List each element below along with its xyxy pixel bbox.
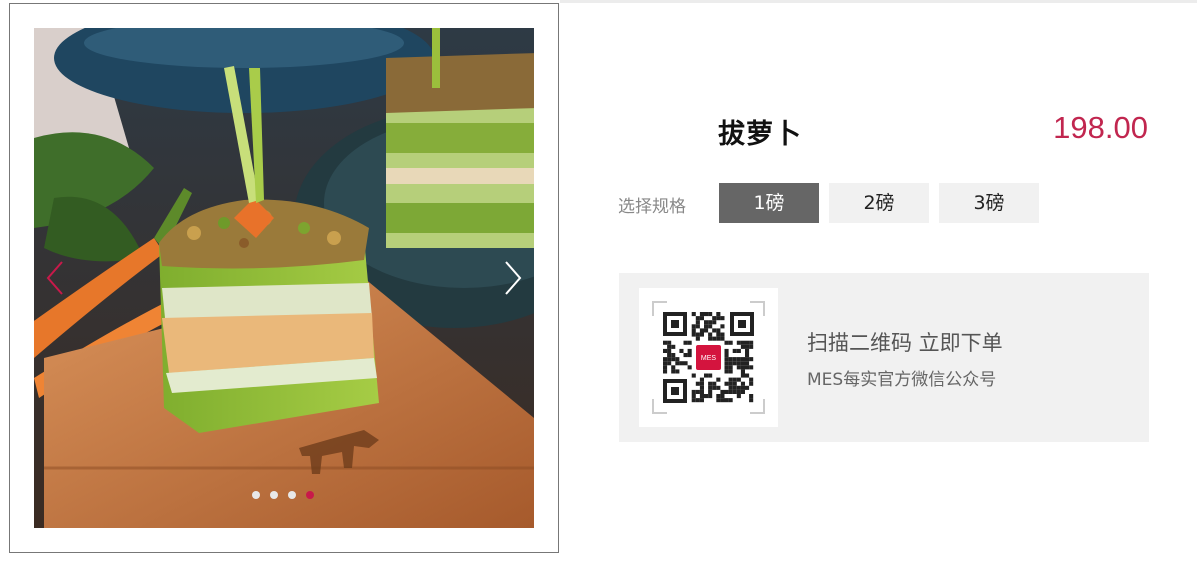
product-name: 拔萝卜 [718,119,802,150]
qr-logo-text: MES [701,355,717,362]
qr-code: MES [639,288,778,427]
spec-option-3lb[interactable]: 3磅 [939,183,1039,223]
spec-label: 选择规格 [618,197,686,217]
gallery-slide[interactable] [34,28,534,528]
chevron-left-icon [46,261,63,295]
product-photo [34,28,534,528]
qr-code-image: MES [652,301,765,414]
slide-dot-3[interactable] [288,491,296,499]
qr-subtitle: MES每实官方微信公众号 [807,370,997,390]
slide-dot-4[interactable] [306,491,314,499]
spec-options: 1磅 2磅 3磅 [719,183,1039,223]
product-price: 198.00 [1053,110,1148,145]
spec-option-2lb[interactable]: 2磅 [829,183,929,223]
spec-option-1lb[interactable]: 1磅 [719,183,819,223]
slide-indicators [252,491,314,501]
qr-order-panel: MES 扫描二维码 立即下单 MES每实官方微信公众号 [619,273,1149,442]
slide-dot-2[interactable] [270,491,278,499]
next-slide-button[interactable] [498,258,528,298]
chevron-right-icon [505,261,522,295]
top-divider [560,0,1197,3]
slide-dot-1[interactable] [252,491,260,499]
prev-slide-button[interactable] [40,258,70,298]
qr-title: 扫描二维码 立即下单 [807,331,1003,355]
product-gallery [9,3,559,553]
